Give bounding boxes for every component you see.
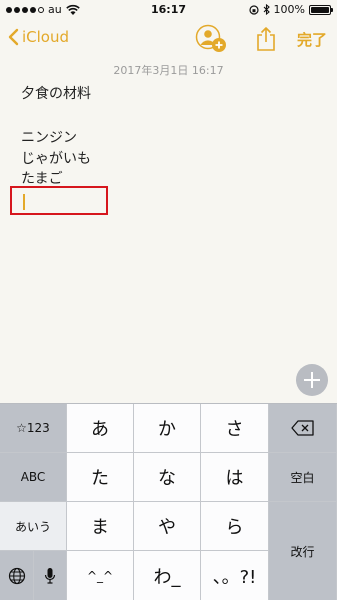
note-title[interactable]: 夕食の材料 bbox=[21, 83, 91, 103]
key-sa-row[interactable]: さ bbox=[201, 404, 269, 453]
plus-icon bbox=[304, 372, 320, 388]
note-line[interactable]: たまご bbox=[21, 168, 63, 188]
share-icon[interactable] bbox=[255, 26, 277, 52]
key-ta-row[interactable]: た bbox=[67, 453, 134, 502]
add-people-icon[interactable] bbox=[194, 24, 228, 54]
key-abc[interactable]: ABC bbox=[0, 453, 67, 502]
key-ra-row[interactable]: ら bbox=[201, 502, 269, 551]
done-button[interactable]: 完了 bbox=[297, 29, 327, 50]
backspace-icon bbox=[290, 420, 314, 436]
status-bar: au 16:17 100% bbox=[0, 0, 337, 20]
text-cursor bbox=[23, 194, 25, 210]
key-punctuation[interactable]: 、。?! bbox=[201, 551, 269, 600]
key-ma-row[interactable]: ま bbox=[67, 502, 134, 551]
key-kana-mode[interactable]: あいう bbox=[0, 502, 67, 551]
key-na-row[interactable]: な bbox=[134, 453, 201, 502]
key-space[interactable]: 空白 bbox=[269, 453, 337, 502]
globe-icon bbox=[8, 567, 25, 584]
key-a-row[interactable]: あ bbox=[67, 404, 134, 453]
key-wa-row[interactable]: わ_ bbox=[134, 551, 201, 600]
back-label: iCloud bbox=[22, 28, 70, 46]
key-emoticon[interactable]: ^_^ bbox=[67, 551, 134, 600]
key-numbers[interactable]: ☆123 bbox=[0, 404, 67, 453]
key-ka-row[interactable]: か bbox=[134, 404, 201, 453]
note-line[interactable]: ニンジン bbox=[21, 127, 77, 147]
japanese-kana-keyboard: ☆123 あ か さ ABC た な は 空白 あいう ま や ら 改行 ^_^… bbox=[0, 403, 337, 600]
microphone-icon bbox=[44, 567, 56, 584]
key-return[interactable]: 改行 bbox=[269, 502, 337, 600]
status-right: 100% bbox=[248, 3, 333, 16]
key-globe[interactable] bbox=[0, 551, 34, 600]
key-ha-row[interactable]: は bbox=[201, 453, 269, 502]
note-line[interactable]: じゃがいも bbox=[21, 148, 91, 168]
back-button[interactable]: iCloud bbox=[8, 28, 69, 46]
add-attachment-button[interactable] bbox=[296, 364, 328, 396]
key-dictation[interactable] bbox=[34, 551, 67, 600]
battery-level bbox=[311, 6, 329, 13]
note-date: 2017年3月1日 16:17 bbox=[113, 64, 224, 77]
orientation-lock-icon bbox=[248, 4, 259, 15]
chevron-left-icon bbox=[8, 28, 19, 46]
key-ya-row[interactable]: や bbox=[134, 502, 201, 551]
battery-percent: 100% bbox=[273, 3, 305, 16]
bluetooth-icon bbox=[263, 4, 270, 15]
key-delete[interactable] bbox=[269, 404, 337, 453]
nav-bar: iCloud 完了 bbox=[0, 20, 337, 58]
battery-icon bbox=[309, 4, 333, 15]
highlighted-empty-line[interactable] bbox=[10, 186, 108, 215]
